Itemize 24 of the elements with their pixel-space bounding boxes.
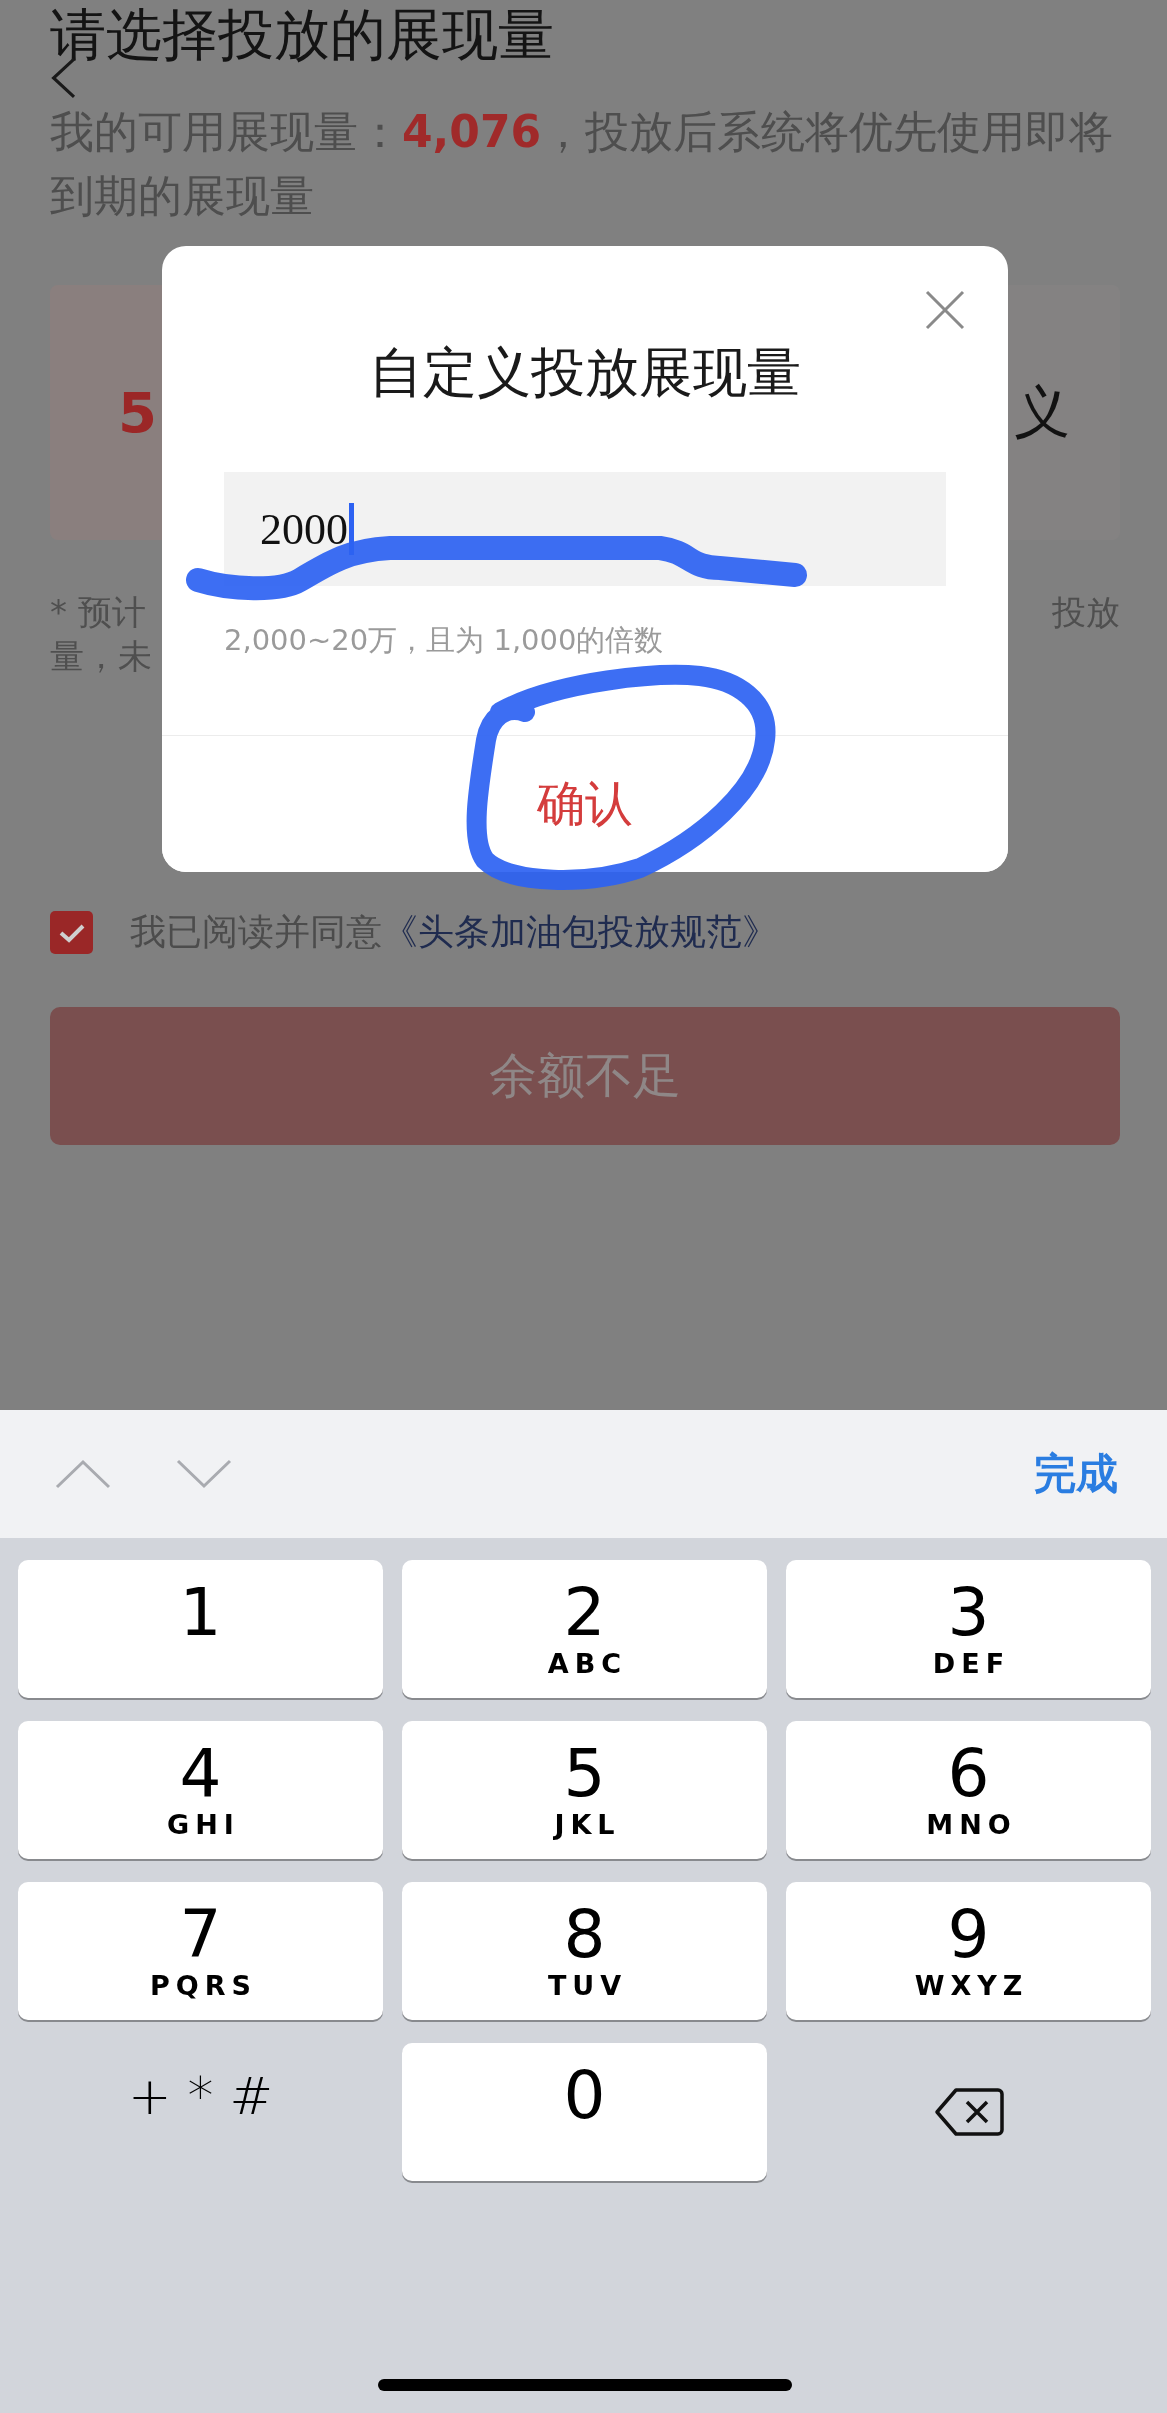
- key[interactable]: 4 GHI: [18, 1721, 383, 1859]
- agreement-link[interactable]: 《头条加油包投放规范》: [382, 911, 778, 952]
- key[interactable]: 2 ABC: [402, 1560, 767, 1698]
- chevron-down-icon[interactable]: [176, 1459, 232, 1489]
- key[interactable]: 9 WXYZ: [786, 1882, 1151, 2020]
- close-icon[interactable]: [925, 290, 965, 330]
- key[interactable]: 8 TUV: [402, 1882, 767, 2020]
- chevron-up-icon[interactable]: [55, 1459, 111, 1489]
- key[interactable]: 3 DEF: [786, 1560, 1151, 1698]
- key[interactable]: 1: [18, 1560, 383, 1698]
- done-button[interactable]: 完成: [1034, 1446, 1118, 1502]
- confirm-button[interactable]: 确认: [162, 735, 1008, 872]
- option-text: 5: [118, 380, 157, 445]
- input-hint: 2,000~20万，且为 1,000的倍数: [224, 622, 665, 658]
- key[interactable]: 5 JKL: [402, 1721, 767, 1859]
- key[interactable]: 6 MNO: [786, 1721, 1151, 1859]
- symbols-key[interactable]: +*#: [18, 2043, 383, 2181]
- delete-icon[interactable]: [933, 2087, 1004, 2137]
- key[interactable]: 7 PQRS: [18, 1882, 383, 2020]
- dialog-title: 自定义投放展现量: [368, 341, 802, 405]
- checkbox[interactable]: [50, 911, 93, 954]
- option-text: 义: [1014, 377, 1070, 446]
- page-title: 请选择投放的展现量: [50, 1, 554, 66]
- key[interactable]: 0: [402, 2043, 767, 2181]
